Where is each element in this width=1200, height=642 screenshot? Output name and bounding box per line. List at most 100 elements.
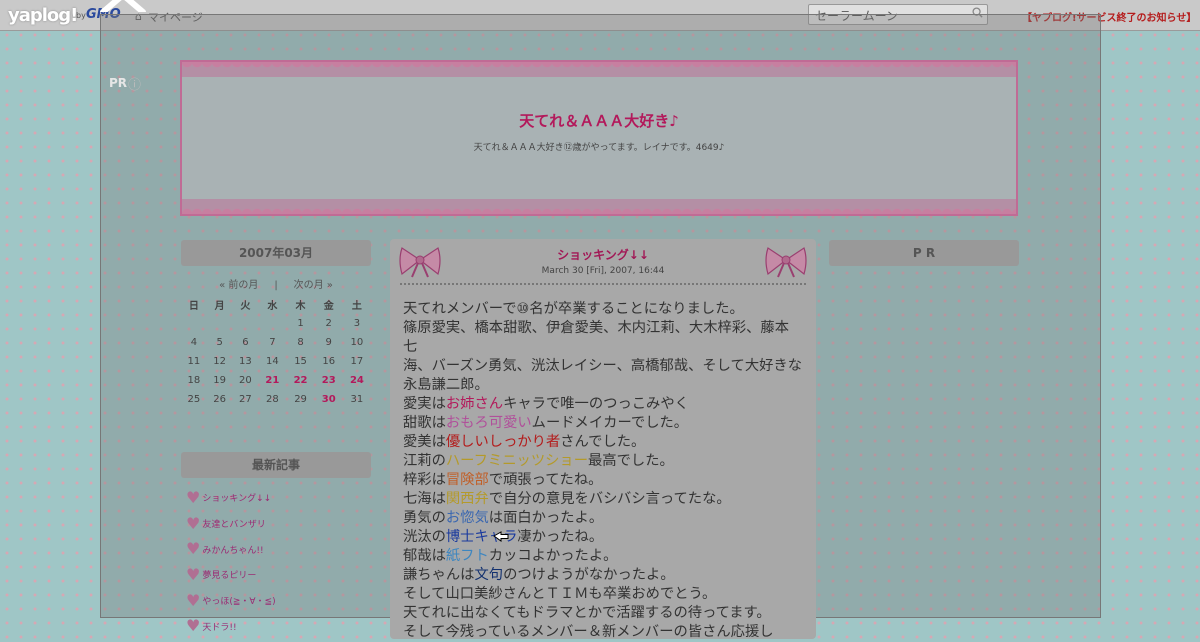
article-text: のつけようがなかったよ。 bbox=[503, 567, 675, 583]
article-text: 天てれに出なくてもドラマとかで活躍するの待ってます。 bbox=[403, 605, 771, 621]
calendar-day: 26 bbox=[213, 394, 227, 405]
blog-article: ショッキング↓↓ March 30 [Fri], 2007, 16:44 天てれ… bbox=[390, 239, 816, 642]
heart-icon: ♥ bbox=[186, 564, 201, 584]
article-line: 郁哉は紙フトカッコよかったよ。 bbox=[403, 547, 803, 566]
highlighted-text: 文句 bbox=[474, 567, 504, 583]
recent-post-label: みかんちゃん!! bbox=[202, 545, 264, 556]
heart-icon: ♥ bbox=[186, 513, 201, 533]
article-text: 七海は bbox=[403, 491, 446, 507]
article-text: 天てれメンバーで⑩名が卒業することになりました。 bbox=[403, 301, 744, 317]
calendar-day[interactable]: 22 bbox=[286, 371, 314, 390]
article-text: キャラで唯一のつっこみやく bbox=[503, 396, 689, 412]
weekday-label: 金 bbox=[323, 301, 334, 312]
calendar-day: 29 bbox=[294, 394, 307, 405]
lace-border-top bbox=[182, 62, 1016, 77]
article-text: 郁哉は bbox=[403, 548, 446, 564]
article-text: 海、バーズン勇気、洸汰レイシー、高橋郁哉、そして大好きな bbox=[403, 358, 803, 374]
weekday-label: 水 bbox=[267, 301, 278, 312]
article-text: で頑張ってたね。 bbox=[488, 472, 603, 488]
calendar-day: 31 bbox=[350, 394, 364, 405]
calendar-day: 9 bbox=[325, 337, 332, 348]
weekday-label: 日 bbox=[188, 301, 199, 312]
blog-title[interactable]: 天てれ＆ＡＡＡ大好き♪ bbox=[182, 110, 1016, 131]
heart-icon: ♥ bbox=[186, 539, 201, 559]
prev-month-link[interactable]: « 前の月 bbox=[219, 280, 258, 291]
heart-icon: ♥ bbox=[186, 590, 201, 610]
article-line: 天てれに出なくてもドラマとかで活躍するの待ってます。 bbox=[403, 604, 803, 623]
article-text: そして山口美紗さんとＴＩＭも卒業おめでとう。 bbox=[403, 586, 717, 602]
lace-border-bottom bbox=[182, 199, 1016, 214]
calendar-day[interactable]: 23 bbox=[315, 371, 343, 390]
article-text: 愛実は bbox=[403, 396, 446, 412]
calendar-day: 28 bbox=[266, 394, 279, 405]
article-text: さんでした。 bbox=[560, 434, 646, 450]
recent-post-item[interactable]: ♥ 天ドラ!! bbox=[186, 613, 371, 639]
calendar-day: 16 bbox=[322, 356, 336, 367]
article-line: そして今残っているメンバー＆新メンバーの皆さん応援し bbox=[403, 623, 803, 642]
dotted-divider bbox=[400, 283, 806, 285]
calendar-day: 3 bbox=[353, 318, 361, 329]
article-line: 江莉のハーフミニッツショー最高でした。 bbox=[403, 452, 803, 471]
calendar-day[interactable]: 30 bbox=[315, 390, 343, 409]
article-line: 七海は関西弁で自分の意見をバシバシ言ってたな。 bbox=[403, 490, 803, 509]
article-line: 謙ちゃんは文句のつけようがなかったよ。 bbox=[403, 566, 803, 585]
article-text: 謙ちゃんは bbox=[403, 567, 475, 583]
calendar-week-row: 1 2 3 bbox=[181, 314, 371, 333]
highlighted-text: 冒険部 bbox=[445, 472, 489, 488]
nav-separator: | bbox=[274, 280, 278, 291]
calendar-day: 12 bbox=[213, 356, 227, 367]
article-text: 梓彩は bbox=[403, 472, 446, 488]
article-line: 天てれメンバーで⑩名が卒業することになりました。 bbox=[403, 300, 803, 319]
calendar-day bbox=[233, 314, 259, 333]
weekday-label: 月 bbox=[214, 301, 225, 312]
calendar-title: 2007年03月 bbox=[181, 240, 371, 266]
weekday-label: 火 bbox=[240, 301, 251, 312]
article-line: 勇気のお惚気は面白かったよ。 bbox=[403, 509, 803, 528]
article-text: 愛美は bbox=[403, 434, 446, 450]
info-icon[interactable]: ⓘ bbox=[128, 74, 141, 93]
pr-label-left: PR bbox=[109, 76, 128, 90]
next-month-link[interactable]: 次の月 » bbox=[294, 280, 333, 291]
article-title[interactable]: ショッキング↓↓ bbox=[390, 246, 816, 263]
highlighted-text: お姉さん bbox=[445, 396, 504, 412]
calendar-day: 20 bbox=[239, 375, 252, 386]
highlighted-text: お惚気 bbox=[445, 510, 489, 526]
article-line: 洸汰の博士キャラ凄かったね。 bbox=[403, 528, 803, 547]
article-line: 梓彩は冒険部で頑張ってたね。 bbox=[403, 471, 803, 490]
recent-post-item[interactable]: ♥ ショッキング↓↓ bbox=[186, 485, 371, 511]
calendar-week-row: 25 26 27 28 29 30 31 bbox=[181, 390, 371, 409]
article-line: そして山口美紗さんとＴＩＭも卒業おめでとう。 bbox=[403, 585, 803, 604]
calendar-day: 15 bbox=[294, 356, 307, 367]
recent-post-item[interactable]: ♥ やっほ(≧・∀・≦) bbox=[186, 588, 371, 614]
article-line: 甜歌はおもろ可愛いムードメイカーでした。 bbox=[403, 414, 803, 433]
highlighted-text: 関西弁 bbox=[445, 491, 489, 507]
calendar-day: 19 bbox=[213, 375, 227, 386]
calendar-day[interactable]: 24 bbox=[343, 371, 371, 390]
recent-post-label: 友達とバンザリ bbox=[202, 520, 266, 531]
calendar-day bbox=[207, 314, 233, 333]
article-text: 江莉の bbox=[403, 453, 446, 469]
weekday-label: 木 bbox=[295, 301, 306, 312]
article-line: 愛実はお姉さんキャラで唯一のつっこみやく bbox=[403, 395, 803, 414]
recent-post-label: 天ドラ!! bbox=[202, 622, 237, 633]
yaplog-logo[interactable]: yaplog! bbox=[8, 5, 78, 26]
article-text: そして今残っているメンバー＆新メンバーの皆さん応援し bbox=[403, 624, 774, 640]
calendar-day[interactable]: 21 bbox=[258, 371, 286, 390]
calendar-day: 7 bbox=[269, 337, 276, 348]
calendar-day: 14 bbox=[266, 356, 279, 367]
calendar-day: 17 bbox=[350, 356, 364, 367]
recent-post-item[interactable]: ♥ 友達とバンザリ bbox=[186, 511, 371, 537]
article-body: 天てれメンバーで⑩名が卒業することになりました。 篠原愛実、橋本甜歌、伊倉愛美、木… bbox=[403, 300, 803, 642]
calendar-day: 13 bbox=[239, 356, 252, 367]
calendar-day: 25 bbox=[187, 394, 201, 405]
close-icon[interactable] bbox=[100, 0, 146, 12]
article-text: カッコよかったよ。 bbox=[488, 548, 618, 564]
article-text: は面白かったよ。 bbox=[488, 510, 604, 526]
heart-icon: ♥ bbox=[186, 616, 201, 636]
calendar-day: 6 bbox=[242, 337, 249, 348]
calendar-weekday-row: 日月火水木金土 bbox=[181, 295, 371, 314]
recent-post-item[interactable]: ♥ 夢見るピリー bbox=[186, 562, 371, 588]
recent-post-item[interactable]: ♥ みかんちゃん!! bbox=[186, 536, 371, 562]
highlighted-text: おもろ可愛い bbox=[445, 415, 532, 431]
article-text: 甜歌は bbox=[403, 415, 446, 431]
